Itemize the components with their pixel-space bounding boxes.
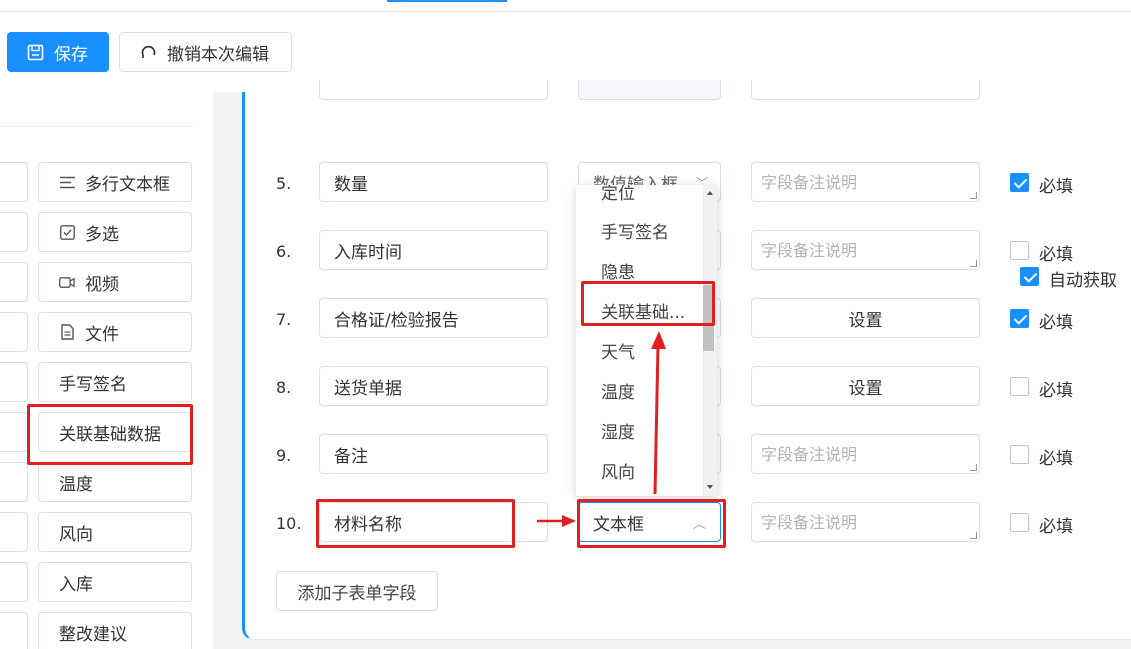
annotation-arrows bbox=[537, 331, 666, 527]
